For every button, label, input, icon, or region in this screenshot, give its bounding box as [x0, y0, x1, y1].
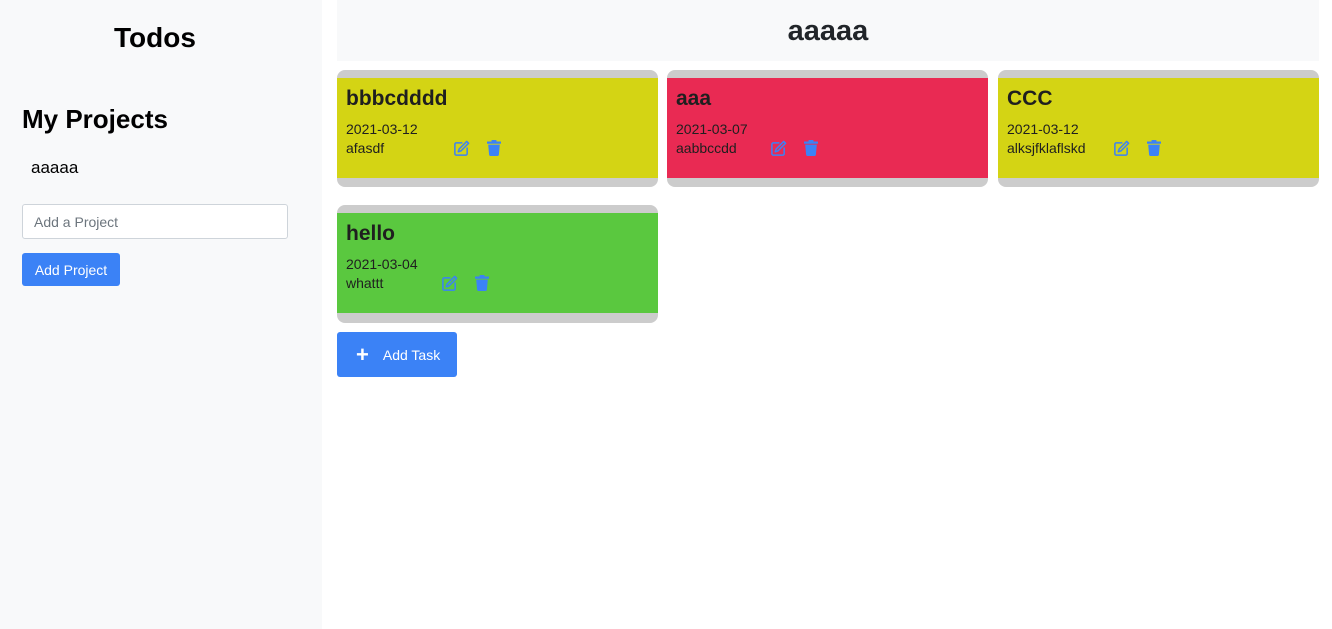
task-card-body: bbbcdddd 2021-03-12 afasdf	[337, 78, 658, 178]
task-description: afasdf	[346, 140, 385, 156]
add-task-button[interactable]: + Add Task	[337, 332, 457, 377]
edit-icon[interactable]	[451, 138, 471, 158]
trash-icon[interactable]	[1144, 138, 1164, 158]
sidebar: Todos My Projects aaaaa Add Project	[0, 0, 322, 629]
project-title: aaaaa	[337, 0, 1319, 61]
edit-icon[interactable]	[1111, 138, 1131, 158]
task-row: aabbccdd	[676, 138, 979, 158]
plus-icon: +	[356, 341, 369, 367]
task-description: aabbccdd	[676, 140, 737, 156]
project-item[interactable]: aaaaa	[31, 158, 78, 178]
task-card-body: aaa 2021-03-07 aabbccdd	[667, 78, 988, 178]
task-title: bbbcdddd	[346, 87, 448, 110]
add-project-button[interactable]: Add Project	[22, 253, 120, 286]
task-card: hello 2021-03-04 whattt	[337, 205, 658, 323]
task-title: CCC	[1007, 87, 1053, 110]
add-project-input[interactable]	[22, 204, 288, 239]
project-list: aaaaa	[31, 158, 78, 178]
task-card: CCC 2021-03-12 alksjfklaflskd	[998, 70, 1319, 187]
edit-icon[interactable]	[768, 138, 788, 158]
task-date: 2021-03-07	[676, 121, 748, 137]
trash-icon[interactable]	[801, 138, 821, 158]
task-row: alksjfklaflskd	[1007, 138, 1310, 158]
task-card: bbbcdddd 2021-03-12 afasdf	[337, 70, 658, 187]
task-description: whattt	[346, 275, 384, 291]
app-title: Todos	[114, 22, 196, 53]
task-description: alksjfklaflskd	[1007, 140, 1086, 156]
trash-icon[interactable]	[472, 273, 492, 293]
edit-icon[interactable]	[439, 273, 459, 293]
task-card-body: CCC 2021-03-12 alksjfklaflskd	[998, 78, 1319, 178]
task-card-body: hello 2021-03-04 whattt	[337, 213, 658, 313]
task-card: aaa 2021-03-07 aabbccdd	[667, 70, 988, 187]
task-title: aaa	[676, 87, 712, 110]
add-task-label: Add Task	[382, 346, 441, 363]
task-title: hello	[346, 222, 396, 245]
trash-icon[interactable]	[484, 138, 504, 158]
task-row: whattt	[346, 273, 649, 293]
task-date: 2021-03-04	[346, 256, 418, 272]
task-date: 2021-03-12	[346, 121, 418, 137]
projects-heading: My Projects	[22, 104, 168, 134]
task-date: 2021-03-12	[1007, 121, 1079, 137]
task-row: afasdf	[346, 138, 649, 158]
